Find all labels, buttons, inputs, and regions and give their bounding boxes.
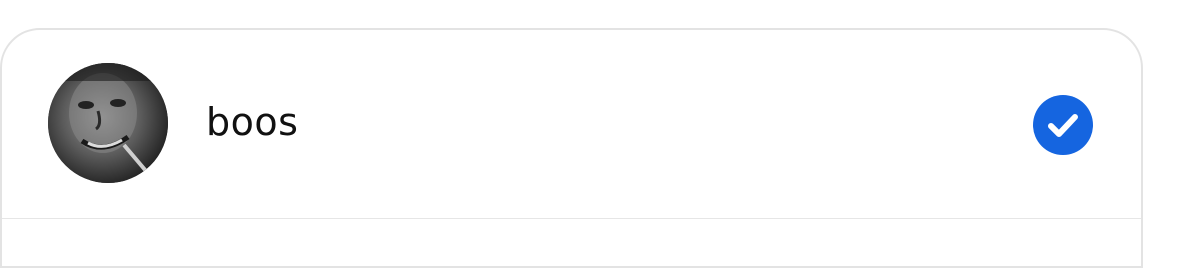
checkmark-circle-icon[interactable] (1032, 94, 1094, 156)
username-label: boos (206, 100, 299, 144)
account-row[interactable]: boos (2, 30, 1141, 219)
avatar (48, 63, 168, 183)
account-card: boos (0, 28, 1143, 268)
